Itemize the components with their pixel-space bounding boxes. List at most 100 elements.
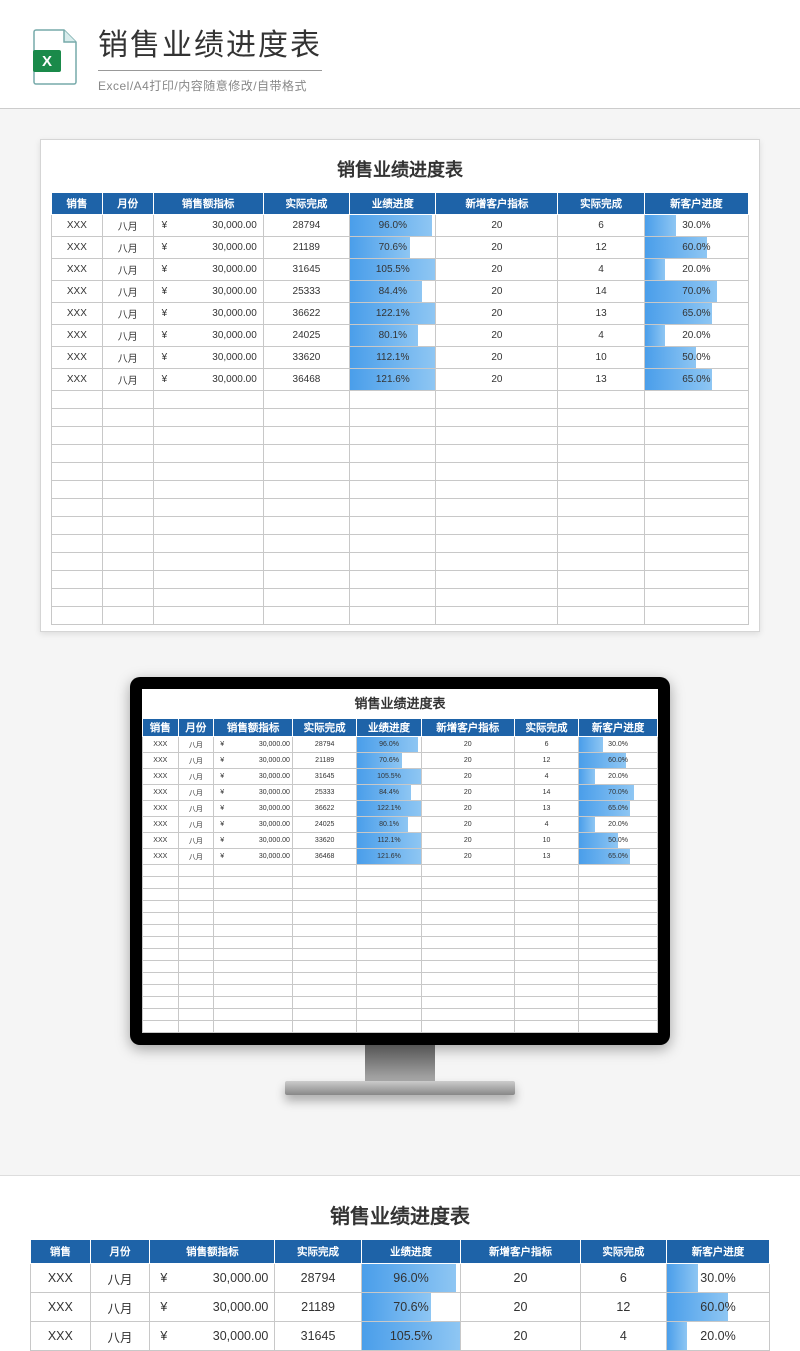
customer-actual-cell: 4 (558, 325, 644, 347)
sales-target-cell: ¥30,000.00 (150, 1293, 275, 1322)
progress-cell: 96.0% (357, 737, 421, 753)
customer-target-cell: 20 (461, 1322, 580, 1351)
column-header: 实际完成 (580, 1240, 666, 1264)
column-header: 销售 (52, 193, 103, 215)
column-header: 月份 (102, 193, 153, 215)
sales-target-cell: ¥30,000.00 (150, 1322, 275, 1351)
month-cell: 八月 (102, 303, 153, 325)
actual-cell: 33620 (263, 347, 349, 369)
progress-cell: 96.0% (361, 1264, 461, 1293)
progress-cell: 80.1% (350, 325, 436, 347)
actual-cell: 24025 (292, 817, 356, 833)
sheet-title: 销售业绩进度表 (51, 150, 749, 192)
sales-target-cell: ¥30,000.00 (214, 801, 293, 817)
column-header: 实际完成 (292, 719, 356, 737)
customer-target-cell: 20 (421, 785, 514, 801)
sales-target-cell: ¥30,000.00 (214, 753, 293, 769)
progress-cell: 105.5% (357, 769, 421, 785)
empty-row (52, 445, 749, 463)
sales-cell: XXX (52, 303, 103, 325)
column-header: 实际完成 (514, 719, 578, 737)
progress-cell: 20.0% (644, 325, 748, 347)
table-row: XXX八月¥30,000.0031645105.5%20420.0% (52, 259, 749, 281)
actual-cell: 36468 (263, 369, 349, 391)
month-cell: 八月 (90, 1322, 150, 1351)
column-header: 新客户进度 (667, 1240, 770, 1264)
excel-file-icon: X (30, 28, 80, 86)
sales-target-cell: ¥30,000.00 (214, 785, 293, 801)
customer-target-cell: 20 (461, 1293, 580, 1322)
progress-cell: 122.1% (357, 801, 421, 817)
progress-cell: 112.1% (357, 833, 421, 849)
progress-cell: 65.0% (644, 369, 748, 391)
column-header: 销售 (31, 1240, 91, 1264)
sales-target-cell: ¥30,000.00 (153, 325, 263, 347)
sales-target-cell: ¥30,000.00 (153, 281, 263, 303)
column-header: 业绩进度 (350, 193, 436, 215)
customer-target-cell: 20 (436, 281, 558, 303)
actual-cell: 31645 (263, 259, 349, 281)
progress-cell: 65.0% (644, 303, 748, 325)
customer-target-cell: 20 (436, 347, 558, 369)
customer-actual-cell: 12 (514, 753, 578, 769)
progress-cell: 20.0% (579, 817, 658, 833)
column-header: 实际完成 (263, 193, 349, 215)
customer-target-cell: 20 (421, 833, 514, 849)
progress-cell: 105.5% (350, 259, 436, 281)
empty-row (52, 391, 749, 409)
page-header: X 销售业绩进度表 Excel/A4打印/内容随意修改/自带格式 (0, 0, 800, 109)
customer-actual-cell: 4 (514, 769, 578, 785)
month-cell: 八月 (102, 281, 153, 303)
table-row: XXX八月¥30,000.002879496.0%20630.0% (143, 737, 658, 753)
progress-cell: 84.4% (350, 281, 436, 303)
empty-row (143, 1021, 658, 1033)
actual-cell: 28794 (263, 215, 349, 237)
sales-cell: XXX (143, 769, 179, 785)
monitor-stand-base (285, 1081, 515, 1095)
progress-cell: 122.1% (350, 303, 436, 325)
sales-table-monitor: 销售月份销售额指标实际完成业绩进度新增客户指标实际完成新客户进度 XXX八月¥3… (142, 718, 658, 1033)
column-header: 新客户进度 (644, 193, 748, 215)
sales-target-cell: ¥30,000.00 (214, 833, 293, 849)
monitor-mockup: 销售业绩进度表 销售月份销售额指标实际完成业绩进度新增客户指标实际完成新客户进度… (40, 677, 760, 1095)
progress-cell: 70.0% (644, 281, 748, 303)
actual-cell: 36622 (292, 801, 356, 817)
progress-cell: 121.6% (357, 849, 421, 865)
customer-actual-cell: 10 (514, 833, 578, 849)
progress-cell: 80.1% (357, 817, 421, 833)
sales-target-cell: ¥30,000.00 (153, 369, 263, 391)
customer-actual-cell: 13 (558, 369, 644, 391)
month-cell: 八月 (102, 215, 153, 237)
empty-row (143, 949, 658, 961)
sales-cell: XXX (143, 801, 179, 817)
actual-cell: 28794 (292, 737, 356, 753)
monitor-stand-neck (365, 1045, 435, 1081)
progress-cell: 65.0% (579, 849, 658, 865)
month-cell: 八月 (102, 325, 153, 347)
table-row: XXX八月¥30,000.002879496.0%20630.0% (52, 215, 749, 237)
sales-cell: XXX (52, 325, 103, 347)
column-header: 新增客户指标 (461, 1240, 580, 1264)
table-row: XXX八月¥30,000.0036622122.1%201365.0% (52, 303, 749, 325)
sales-target-cell: ¥30,000.00 (153, 303, 263, 325)
column-header: 业绩进度 (357, 719, 421, 737)
sales-target-cell: ¥30,000.00 (153, 347, 263, 369)
progress-cell: 84.4% (357, 785, 421, 801)
sales-target-cell: ¥30,000.00 (214, 737, 293, 753)
empty-row (143, 913, 658, 925)
month-cell: 八月 (178, 849, 214, 865)
actual-cell: 31645 (292, 769, 356, 785)
customer-target-cell: 20 (421, 801, 514, 817)
sales-cell: XXX (52, 347, 103, 369)
actual-cell: 28794 (275, 1264, 361, 1293)
sales-target-cell: ¥30,000.00 (150, 1264, 275, 1293)
customer-target-cell: 20 (436, 215, 558, 237)
sales-cell: XXX (143, 737, 179, 753)
empty-row (143, 973, 658, 985)
column-header: 实际完成 (275, 1240, 361, 1264)
actual-cell: 21189 (263, 237, 349, 259)
customer-target-cell: 20 (436, 369, 558, 391)
month-cell: 八月 (102, 259, 153, 281)
actual-cell: 25333 (292, 785, 356, 801)
empty-row (52, 553, 749, 571)
